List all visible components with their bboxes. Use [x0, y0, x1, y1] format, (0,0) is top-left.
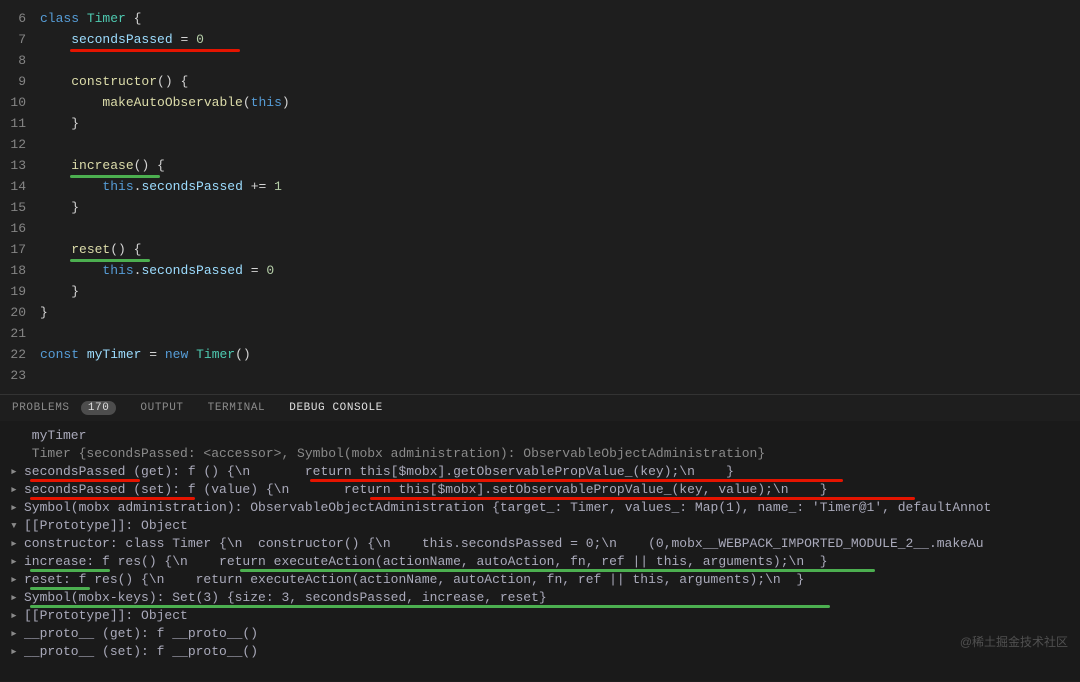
console-text: constructor: class Timer {\n constructor…: [24, 536, 984, 551]
green-underline: [30, 587, 90, 590]
line-number: 23: [0, 365, 26, 386]
panel-tabs: PROBLEMS 170 OUTPUT TERMINAL DEBUG CONSO…: [0, 394, 1080, 421]
expand-chevron-icon[interactable]: ▸: [10, 625, 24, 643]
code-line[interactable]: }: [40, 281, 1080, 302]
code-line[interactable]: this.secondsPassed = 0: [40, 260, 1080, 281]
console-line[interactable]: myTimer: [10, 427, 1070, 445]
console-text: [[Prototype]]: Object: [24, 608, 188, 623]
green-underline: [70, 175, 160, 178]
green-underline: [30, 605, 830, 608]
console-line[interactable]: ▸__proto__ (set): f __proto__(): [10, 643, 1070, 661]
line-number: 10: [0, 92, 26, 113]
line-number: 14: [0, 176, 26, 197]
problems-count-badge: 170: [81, 401, 117, 415]
code-line[interactable]: this.secondsPassed += 1: [40, 176, 1080, 197]
tab-debug-console[interactable]: DEBUG CONSOLE: [289, 402, 383, 414]
tab-problems[interactable]: PROBLEMS 170: [12, 401, 116, 415]
line-number: 20: [0, 302, 26, 323]
tab-problems-label: PROBLEMS: [12, 402, 70, 414]
red-underline: [310, 479, 843, 482]
code-line[interactable]: [40, 50, 1080, 71]
tab-output[interactable]: OUTPUT: [140, 402, 183, 414]
red-underline: [370, 497, 915, 500]
expand-chevron-icon[interactable]: ▸: [10, 643, 24, 661]
expand-chevron-icon[interactable]: ▸: [10, 535, 24, 553]
console-line[interactable]: ▾[[Prototype]]: Object: [10, 517, 1070, 535]
line-number: 12: [0, 134, 26, 155]
line-number: 13: [0, 155, 26, 176]
code-line[interactable]: }: [40, 113, 1080, 134]
code-line[interactable]: class Timer {: [40, 8, 1080, 29]
expand-chevron-icon[interactable]: ▸: [10, 553, 24, 571]
line-number: 9: [0, 71, 26, 92]
line-number: 6: [0, 8, 26, 29]
line-gutter: 67891011121314151617181920212223: [0, 0, 40, 394]
line-number: 22: [0, 344, 26, 365]
code-line[interactable]: [40, 134, 1080, 155]
console-text: increase: f res() {\n return executeActi…: [24, 554, 828, 569]
expand-chevron-icon[interactable]: ▸: [10, 571, 24, 589]
console-text: [[Prototype]]: Object: [24, 518, 188, 533]
code-line[interactable]: increase() {: [40, 155, 1080, 176]
console-text: Symbol(mobx administration): ObservableO…: [24, 500, 991, 515]
line-number: 7: [0, 29, 26, 50]
red-underline: [30, 479, 140, 482]
code-line[interactable]: [40, 365, 1080, 386]
code-area[interactable]: class Timer { secondsPassed = 0 construc…: [40, 0, 1080, 394]
console-text: Timer {secondsPassed: <accessor>, Symbol…: [24, 446, 765, 461]
console-text: __proto__ (get): f __proto__(): [24, 626, 258, 641]
line-number: 16: [0, 218, 26, 239]
debug-console[interactable]: myTimer Timer {secondsPassed: <accessor>…: [0, 421, 1080, 681]
console-line[interactable]: ▸[[Prototype]]: Object: [10, 607, 1070, 625]
green-underline: [30, 569, 110, 572]
red-underline: [70, 49, 240, 52]
code-line[interactable]: makeAutoObservable(this): [40, 92, 1080, 113]
tab-terminal[interactable]: TERMINAL: [208, 402, 266, 414]
console-line[interactable]: ▸Symbol(mobx administration): Observable…: [10, 499, 1070, 517]
console-line[interactable]: ▸reset: f res() {\n return executeAction…: [10, 571, 1070, 589]
code-line[interactable]: [40, 323, 1080, 344]
code-line[interactable]: constructor() {: [40, 71, 1080, 92]
line-number: 11: [0, 113, 26, 134]
console-text: reset: f res() {\n return executeAction(…: [24, 572, 804, 587]
console-line[interactable]: ▸increase: f res() {\n return executeAct…: [10, 553, 1070, 571]
console-line[interactable]: Timer {secondsPassed: <accessor>, Symbol…: [10, 445, 1070, 463]
code-line[interactable]: secondsPassed = 0: [40, 29, 1080, 50]
expand-chevron-icon[interactable]: ▸: [10, 589, 24, 607]
green-underline: [70, 259, 150, 262]
console-text: myTimer: [24, 428, 86, 443]
expand-chevron-icon[interactable]: ▸: [10, 499, 24, 517]
console-line[interactable]: ▸constructor: class Timer {\n constructo…: [10, 535, 1070, 553]
console-text: secondsPassed (set): f (value) {\n retur…: [24, 482, 828, 497]
green-underline: [240, 569, 875, 572]
expand-chevron-icon[interactable]: ▸: [10, 481, 24, 499]
console-line[interactable]: ▸Symbol(mobx-keys): Set(3) {size: 3, sec…: [10, 589, 1070, 607]
console-line[interactable]: ▸__proto__ (get): f __proto__(): [10, 625, 1070, 643]
code-line[interactable]: reset() {: [40, 239, 1080, 260]
console-text: __proto__ (set): f __proto__(): [24, 644, 258, 659]
line-number: 19: [0, 281, 26, 302]
code-line[interactable]: }: [40, 197, 1080, 218]
console-text: Symbol(mobx-keys): Set(3) {size: 3, seco…: [24, 590, 547, 605]
expand-chevron-icon[interactable]: ▾: [10, 517, 24, 535]
line-number: 18: [0, 260, 26, 281]
line-number: 17: [0, 239, 26, 260]
watermark: @稀土掘金技术社区: [960, 633, 1068, 651]
console-line[interactable]: ▸secondsPassed (get): f () {\n return th…: [10, 463, 1070, 481]
code-editor[interactable]: 67891011121314151617181920212223 class T…: [0, 0, 1080, 394]
console-line[interactable]: ▸secondsPassed (set): f (value) {\n retu…: [10, 481, 1070, 499]
console-text: secondsPassed (get): f () {\n return thi…: [24, 464, 734, 479]
line-number: 8: [0, 50, 26, 71]
line-number: 21: [0, 323, 26, 344]
code-line[interactable]: const myTimer = new Timer(): [40, 344, 1080, 365]
line-number: 15: [0, 197, 26, 218]
expand-chevron-icon[interactable]: ▸: [10, 463, 24, 481]
code-line[interactable]: }: [40, 302, 1080, 323]
code-line[interactable]: [40, 218, 1080, 239]
red-underline: [30, 497, 195, 500]
expand-chevron-icon[interactable]: ▸: [10, 607, 24, 625]
